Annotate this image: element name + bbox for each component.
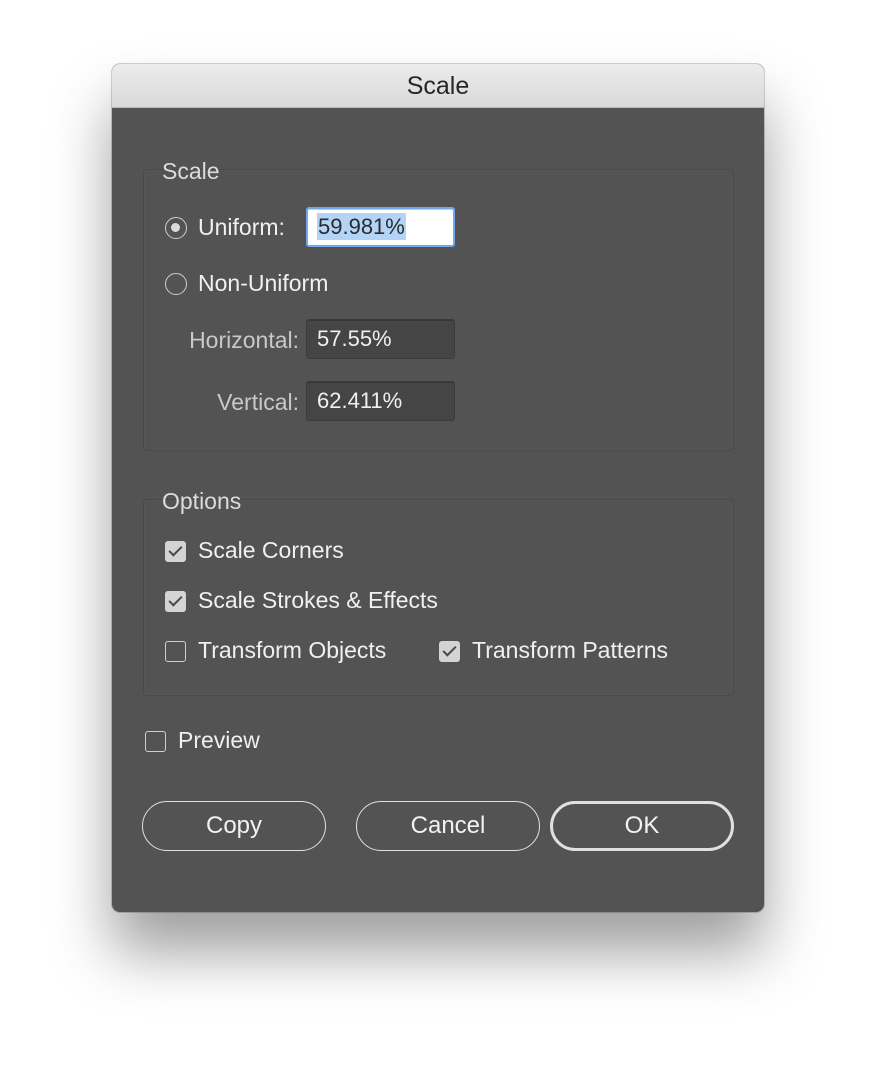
scale-corners-checkbox[interactable] xyxy=(165,541,186,562)
transform-objects-label[interactable]: Transform Objects xyxy=(198,637,386,664)
uniform-radio[interactable] xyxy=(165,217,187,239)
scale-group-title: Scale xyxy=(162,158,220,184)
window-title: Scale xyxy=(112,64,764,108)
uniform-input[interactable]: 59.981% xyxy=(306,207,455,247)
scale-dialog: Scale Scale Uniform: 59.981% Non-Uniform… xyxy=(112,64,764,912)
vertical-label: Vertical: xyxy=(217,389,299,415)
vertical-input[interactable]: 62.411% xyxy=(306,381,455,421)
scale-strokes-checkbox[interactable] xyxy=(165,591,186,612)
transform-objects-checkbox[interactable] xyxy=(165,641,186,662)
ok-button[interactable]: OK xyxy=(550,801,734,851)
horizontal-input[interactable]: 57.55% xyxy=(306,319,455,359)
options-group-title: Options xyxy=(162,488,242,514)
transform-patterns-label[interactable]: Transform Patterns xyxy=(472,637,668,664)
scale-strokes-label[interactable]: Scale Strokes & Effects xyxy=(198,587,438,614)
scale-corners-label[interactable]: Scale Corners xyxy=(198,537,344,564)
copy-button[interactable]: Copy xyxy=(142,801,326,851)
preview-label[interactable]: Preview xyxy=(178,727,260,754)
uniform-label[interactable]: Uniform: xyxy=(198,214,285,241)
non-uniform-radio[interactable] xyxy=(165,273,187,295)
uniform-value: 59.981% xyxy=(317,213,406,240)
transform-patterns-checkbox[interactable] xyxy=(439,641,460,662)
cancel-button[interactable]: Cancel xyxy=(356,801,540,851)
horizontal-label: Horizontal: xyxy=(189,327,299,353)
preview-checkbox[interactable] xyxy=(145,731,166,752)
non-uniform-label[interactable]: Non-Uniform xyxy=(198,270,328,297)
